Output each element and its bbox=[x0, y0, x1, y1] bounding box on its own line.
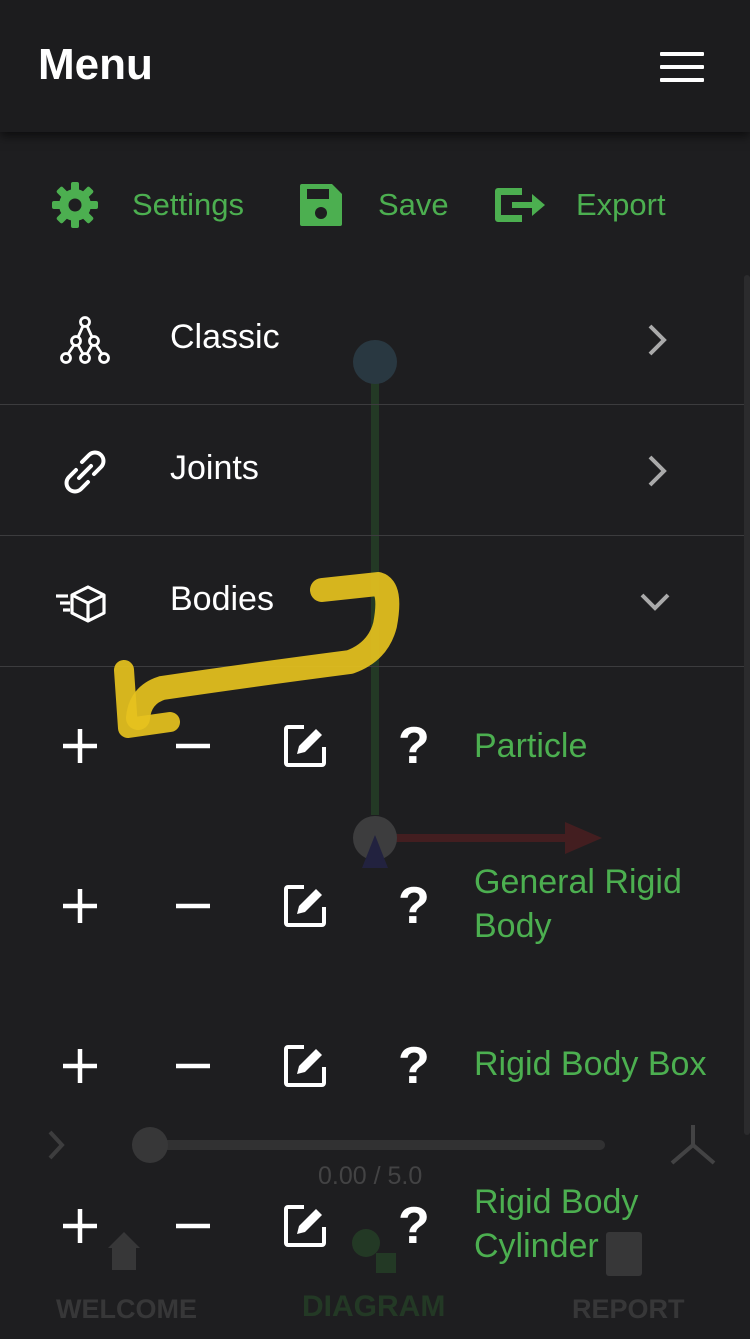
hierarchy-icon bbox=[60, 316, 110, 364]
link-icon bbox=[64, 450, 106, 494]
minus-icon[interactable] bbox=[173, 1046, 213, 1086]
menu-item-label: Bodies bbox=[170, 580, 274, 618]
chevron-right-icon bbox=[648, 455, 667, 487]
export-button[interactable]: Export bbox=[492, 170, 666, 240]
menu-item-classic[interactable]: Classic bbox=[0, 274, 750, 405]
gear-icon bbox=[52, 182, 98, 228]
chevron-down-icon bbox=[640, 593, 670, 611]
export-label: Export bbox=[576, 187, 666, 222]
cube-icon bbox=[56, 585, 106, 623]
floppy-disk-icon bbox=[300, 184, 342, 226]
list-item: ? Particle bbox=[0, 680, 750, 840]
body-label: Particle bbox=[474, 727, 588, 765]
list-item: ? Rigid Body Cylinder bbox=[0, 1160, 750, 1320]
help-icon[interactable]: ? bbox=[398, 880, 430, 932]
page-title: Menu bbox=[38, 40, 153, 89]
list-item: ? General Rigid Body bbox=[0, 840, 750, 1000]
save-label: Save bbox=[378, 187, 449, 222]
plus-icon[interactable] bbox=[60, 886, 100, 926]
minus-icon[interactable] bbox=[173, 726, 213, 766]
chevron-right-icon bbox=[648, 324, 667, 356]
minus-icon[interactable] bbox=[173, 1206, 213, 1246]
plus-icon[interactable] bbox=[60, 726, 100, 766]
hamburger-icon[interactable] bbox=[660, 52, 708, 86]
plus-icon[interactable] bbox=[60, 1206, 100, 1246]
plus-icon[interactable] bbox=[60, 1046, 100, 1086]
help-icon[interactable]: ? bbox=[398, 720, 430, 772]
menu-item-joints[interactable]: Joints bbox=[0, 405, 750, 536]
list-item: ? Rigid Body Box bbox=[0, 1000, 750, 1160]
scrollbar[interactable] bbox=[744, 275, 750, 1135]
body-label: Rigid Body Box bbox=[474, 1045, 707, 1083]
export-icon bbox=[495, 188, 545, 222]
help-icon[interactable]: ? bbox=[398, 1200, 430, 1252]
settings-label: Settings bbox=[132, 187, 245, 222]
edit-icon[interactable] bbox=[282, 723, 328, 769]
edit-icon[interactable] bbox=[282, 1203, 328, 1249]
body-label: Rigid Body Cylinder bbox=[474, 1183, 639, 1265]
edit-icon[interactable] bbox=[282, 1043, 328, 1089]
menu-item-bodies[interactable]: Bodies bbox=[0, 536, 750, 667]
menu-item-label: Joints bbox=[170, 449, 259, 487]
body-label: General Rigid Body bbox=[474, 863, 682, 945]
menu-header: Menu bbox=[0, 0, 750, 132]
help-icon[interactable]: ? bbox=[398, 1040, 430, 1092]
minus-icon[interactable] bbox=[173, 886, 213, 926]
settings-button[interactable]: Settings bbox=[50, 170, 244, 240]
menu-item-label: Classic bbox=[170, 318, 280, 356]
edit-icon[interactable] bbox=[282, 883, 328, 929]
save-button[interactable]: Save bbox=[298, 170, 449, 240]
